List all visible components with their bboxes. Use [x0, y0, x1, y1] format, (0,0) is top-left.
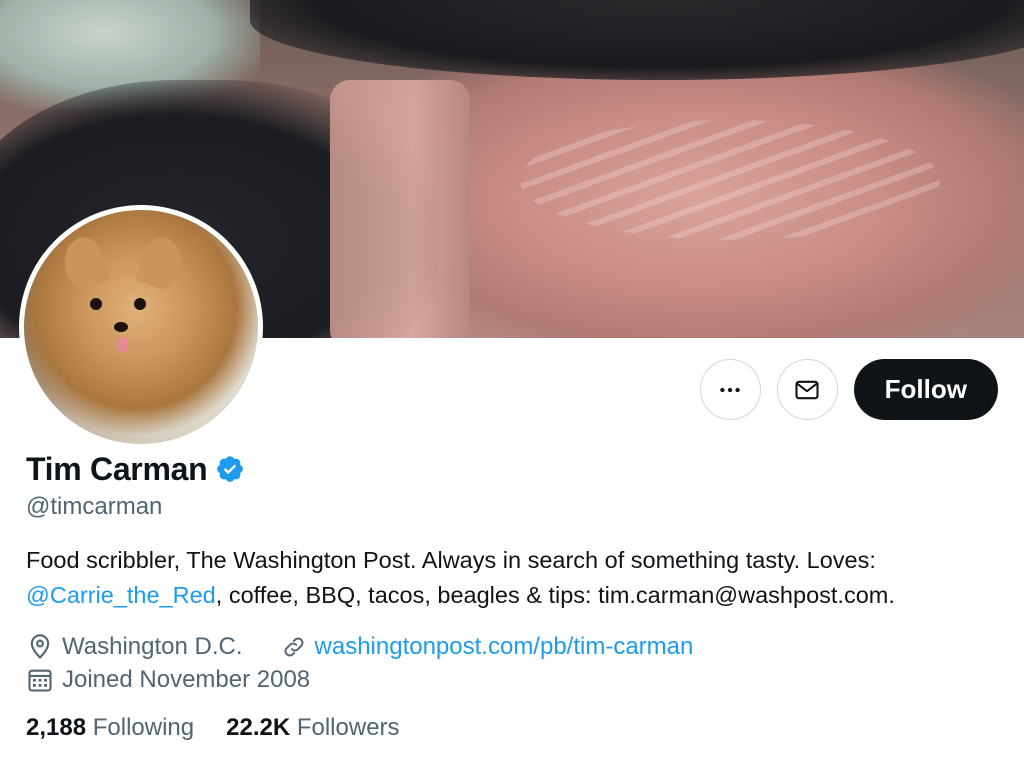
joined-text: Joined November 2008: [62, 665, 311, 693]
avatar-tongue: [118, 338, 128, 352]
avatar-eye-right: [134, 298, 146, 310]
verified-badge-icon: [217, 456, 244, 482]
avatar-ear-left: [56, 232, 112, 294]
profile-info: Tim Carman @timcarman Food scribbler, Th…: [26, 449, 1006, 742]
following-stat[interactable]: 2,188 Following: [26, 714, 194, 742]
more-button[interactable]: [699, 359, 761, 420]
meta-row-location: Washington D.C. washingtonpost.com/pb/ti…: [26, 630, 1006, 663]
website-link[interactable]: washingtonpost.com/pb/tim-carman: [315, 633, 694, 661]
profile-avatar[interactable]: [19, 205, 263, 449]
bio: Food scribbler, The Washington Post. Alw…: [26, 543, 1006, 613]
avatar-ear-right: [134, 232, 190, 294]
profile-actions: Follow: [699, 359, 998, 420]
avatar-eye-left: [90, 298, 102, 310]
following-label: Following: [92, 714, 195, 741]
meta-row-joined: Joined November 2008: [26, 663, 1006, 696]
bio-text-1: Food scribbler, The Washington Post. Alw…: [26, 547, 876, 573]
follow-button[interactable]: Follow: [853, 359, 998, 420]
location-text: Washington D.C.: [62, 632, 243, 660]
bio-mention-link[interactable]: @Carrie_the_Red: [26, 582, 216, 608]
followers-label: Followers: [296, 714, 400, 741]
bio-text-2: , coffee, BBQ, tacos, beagles & tips: ti…: [215, 582, 895, 608]
location-pin-icon: [30, 633, 50, 659]
avatar-nose: [114, 322, 128, 332]
name-row: Tim Carman: [26, 449, 1006, 489]
message-button[interactable]: [776, 359, 838, 420]
following-count: 2,188: [26, 714, 87, 741]
envelope-icon: [795, 380, 819, 399]
display-name: Tim Carman: [26, 450, 208, 487]
banner-slice: [330, 80, 470, 338]
banner-crust-top: [250, 0, 1024, 80]
username: @timcarman: [26, 493, 163, 520]
followers-count: 22.2K: [226, 714, 291, 741]
follow-stats: 2,188 Following 22.2K Followers: [26, 714, 1006, 742]
calendar-icon: [28, 669, 52, 692]
avatar-photo: [24, 210, 258, 444]
followers-stat[interactable]: 22.2K Followers: [226, 714, 399, 742]
banner-marbling: [520, 120, 940, 240]
link-icon: [284, 637, 303, 656]
more-horizontal-icon: [720, 387, 740, 392]
